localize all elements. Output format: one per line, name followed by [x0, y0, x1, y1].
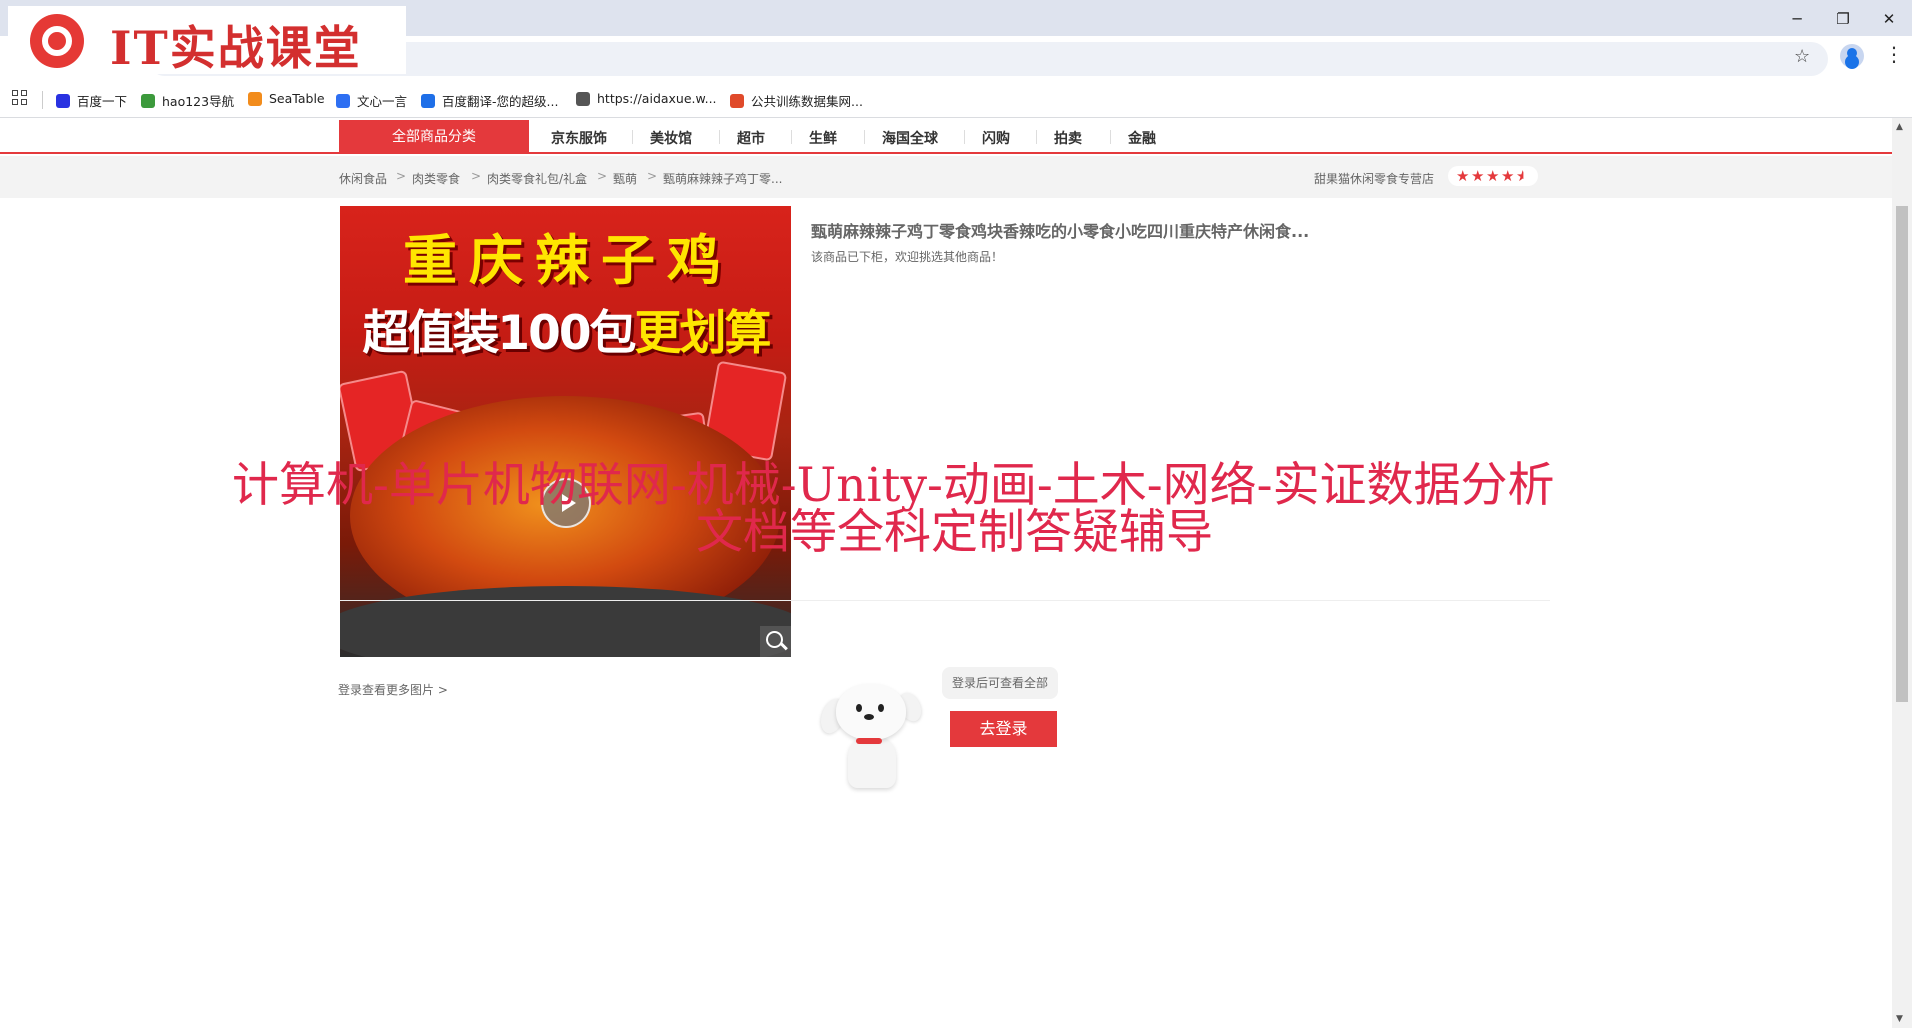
breadcrumb: 休闲食品 > 肉类零食 > 肉类零食礼包/礼盒 > 甄萌 > 甄萌麻辣辣子鸡丁零... 甜果猫休…	[0, 156, 1892, 198]
restore-button[interactable]: ❐	[1820, 4, 1866, 34]
shop-rating: ★ ★ ★ ★ ★	[1448, 166, 1538, 186]
more-images-link[interactable]: 登录查看更多图片 >	[338, 681, 448, 698]
nav-item[interactable]: 生鲜	[809, 128, 837, 148]
nav-item[interactable]: 金融	[1128, 128, 1156, 148]
nav-item[interactable]: 拍卖	[1054, 128, 1082, 148]
bookmark-label: https://aidaxue.w...	[597, 91, 717, 106]
bookmark-label: hao123导航	[162, 94, 235, 109]
bookmark-label: 公共训练数据集网...	[751, 94, 863, 109]
wenxin-icon	[336, 93, 350, 108]
scroll-up-icon[interactable]: ▲	[1896, 122, 1903, 132]
image-headline: 重庆辣子鸡	[403, 229, 733, 292]
globe-icon	[576, 91, 590, 106]
breadcrumb-item[interactable]: 肉类零食礼包/礼盒	[487, 170, 587, 187]
product-main-image[interactable]: 重庆辣子鸡 超值装100包更划算	[340, 206, 791, 657]
rating-star-icon: ★	[1486, 167, 1500, 185]
logo-text: IT实战课堂	[110, 21, 362, 75]
bookmark-star-icon[interactable]: ☆	[1794, 46, 1810, 67]
bookmark-item[interactable]: hao123导航	[141, 91, 234, 110]
channel-logo: IT实战课堂	[8, 6, 406, 75]
video-play-icon[interactable]	[541, 478, 591, 528]
breadcrumb-separator: >	[647, 169, 658, 183]
nav-separator	[964, 130, 965, 144]
rating-star-icon: ★	[1456, 167, 1470, 185]
bookmark-item[interactable]: 百度翻译-您的超级...	[421, 91, 558, 110]
scroll-down-icon[interactable]: ▼	[1896, 1014, 1903, 1024]
breadcrumb-item[interactable]: 甄萌麻辣辣子鸡丁零...	[663, 170, 782, 187]
plate-image	[340, 586, 791, 657]
section-divider	[340, 600, 1550, 601]
apps-grid-icon[interactable]	[12, 90, 28, 106]
bookmark-label: SeaTable	[269, 91, 325, 106]
nav-separator	[1036, 130, 1037, 144]
login-hint-bubble: 登录后可查看全部	[942, 667, 1059, 699]
bookmark-label: 百度一下	[77, 94, 128, 109]
baidu-icon	[56, 93, 70, 108]
rating-star-icon: ★	[1501, 167, 1515, 185]
product-status: 该商品已下柜，欢迎挑选其他商品！	[811, 250, 1004, 264]
zoom-search-icon[interactable]	[760, 626, 791, 657]
nav-separator	[719, 130, 720, 144]
bookmarks-separator	[42, 91, 43, 109]
profile-icon[interactable]	[1840, 44, 1864, 68]
nav-separator	[864, 130, 865, 144]
rating-star-icon: ★	[1516, 167, 1530, 185]
nav-item[interactable]: 京东服饰	[551, 128, 607, 148]
rating-star-icon: ★	[1471, 167, 1485, 185]
nav-item[interactable]: 闪购	[982, 128, 1010, 148]
nav-item[interactable]: 美妆馆	[650, 128, 692, 148]
bookmark-label: 文心一言	[357, 94, 408, 109]
bookmark-item[interactable]: 百度一下	[56, 91, 127, 110]
nav-separator	[632, 130, 633, 144]
page-scrollbar[interactable]: ▲ ▼	[1892, 118, 1912, 1028]
scroll-thumb[interactable]	[1896, 206, 1908, 702]
product-title: 甄萌麻辣辣子鸡丁零食鸡块香辣吃的小零食小吃四川重庆特产休闲食...	[811, 222, 1310, 241]
dataset-icon	[730, 93, 744, 108]
breadcrumb-separator: >	[597, 169, 608, 183]
browser-menu-icon[interactable]: ⋮	[1884, 42, 1904, 66]
joy-mascot-icon	[816, 678, 926, 788]
breadcrumb-item[interactable]: 肉类零食	[412, 170, 460, 187]
chrome-logo-icon	[30, 14, 84, 68]
fanyi-icon	[421, 93, 435, 108]
bookmarks-bar: 百度一下 hao123导航 SeaTable 文心一言 百度翻译-您的超级... http…	[0, 82, 1912, 118]
page-content: 全部商品分类 京东服饰 美妆馆 超市 生鲜 海国全球 闪购 拍卖 金融 休闲食品 > 肉类零食 > 肉…	[0, 118, 1892, 1028]
breadcrumb-item[interactable]: 休闲食品	[339, 170, 387, 187]
nav-all-categories[interactable]: 全部商品分类	[339, 120, 529, 154]
nav-item[interactable]: 海国全球	[882, 128, 938, 148]
nav-separator	[1110, 130, 1111, 144]
bookmark-item[interactable]: 公共训练数据集网...	[730, 91, 863, 110]
login-button[interactable]: 去登录	[950, 711, 1057, 747]
breadcrumb-item[interactable]: 甄萌	[613, 170, 637, 187]
nav-item[interactable]: 超市	[737, 128, 765, 148]
nav-separator	[791, 130, 792, 144]
minimize-button[interactable]: ─	[1774, 4, 1820, 34]
seatable-icon	[248, 91, 262, 106]
breadcrumb-separator: >	[396, 169, 407, 183]
category-navbar: 全部商品分类 京东服饰 美妆馆 超市 生鲜 海国全球 闪购 拍卖 金融	[0, 118, 1892, 154]
bookmark-item[interactable]: 文心一言	[336, 91, 407, 110]
bookmark-item[interactable]: SeaTable	[248, 91, 325, 106]
image-subheadline: 超值装100包更划算	[362, 306, 771, 361]
hao123-icon	[141, 93, 155, 108]
bookmark-item[interactable]: https://aidaxue.w...	[576, 91, 717, 106]
shop-name[interactable]: 甜果猫休闲零食专营店	[1314, 170, 1434, 187]
close-button[interactable]: ✕	[1866, 4, 1912, 34]
breadcrumb-separator: >	[471, 169, 482, 183]
bookmark-label: 百度翻译-您的超级...	[442, 94, 559, 109]
